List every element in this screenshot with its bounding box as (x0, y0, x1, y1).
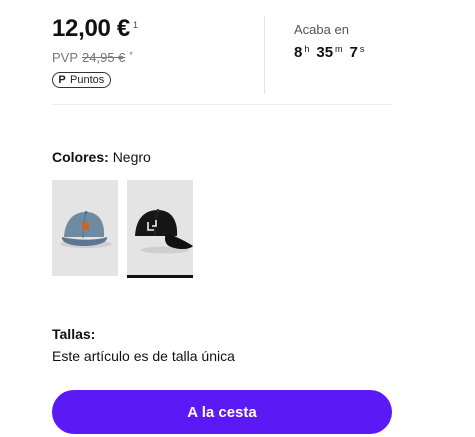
points-label: Puntos (70, 74, 105, 86)
section-divider (52, 104, 392, 105)
sizes-info: Este artículo es de talla única (52, 348, 235, 364)
add-to-cart-button[interactable]: A la cesta (52, 390, 392, 434)
colors-label: Colores: (52, 149, 109, 165)
countdown-seconds-unit: s (359, 44, 365, 54)
points-icon: P (58, 74, 66, 86)
selected-color: Negro (112, 149, 151, 165)
sizes-heading: Tallas: (52, 326, 96, 342)
color-swatch-denim[interactable] (52, 180, 118, 276)
points-badge[interactable]: P Puntos (52, 72, 112, 88)
countdown-time: 8 h 35 m 7 s (294, 44, 404, 62)
countdown-seconds: 7 (349, 44, 358, 61)
color-swatch-black[interactable] (127, 180, 193, 278)
pvp-label: PVP (52, 50, 79, 65)
price-row: 12,00 € 1 (52, 14, 264, 44)
price-footnote: 1 (132, 20, 138, 30)
countdown: Acaba en 8 h 35 m 7 s (294, 22, 404, 62)
pvp-row: PVP 24,95 € * (52, 50, 264, 66)
countdown-hours: 8 (294, 44, 303, 61)
countdown-minutes: 35 (316, 44, 334, 61)
colors-heading: Colores: Negro (52, 148, 151, 166)
countdown-minutes-unit: m (335, 44, 343, 54)
current-price: 12,00 € (52, 15, 130, 42)
cap-icon (60, 211, 112, 248)
pvp-footnote: * (129, 50, 133, 60)
price-block: 12,00 € 1 PVP 24,95 € * P Puntos (52, 14, 264, 96)
countdown-label: Acaba en (294, 22, 349, 37)
countdown-hours-unit: h (304, 44, 310, 54)
pvp-original-price: 24,95 € (82, 50, 126, 65)
cap-icon (135, 209, 193, 254)
vertical-divider (264, 16, 265, 94)
color-swatches (52, 180, 193, 278)
